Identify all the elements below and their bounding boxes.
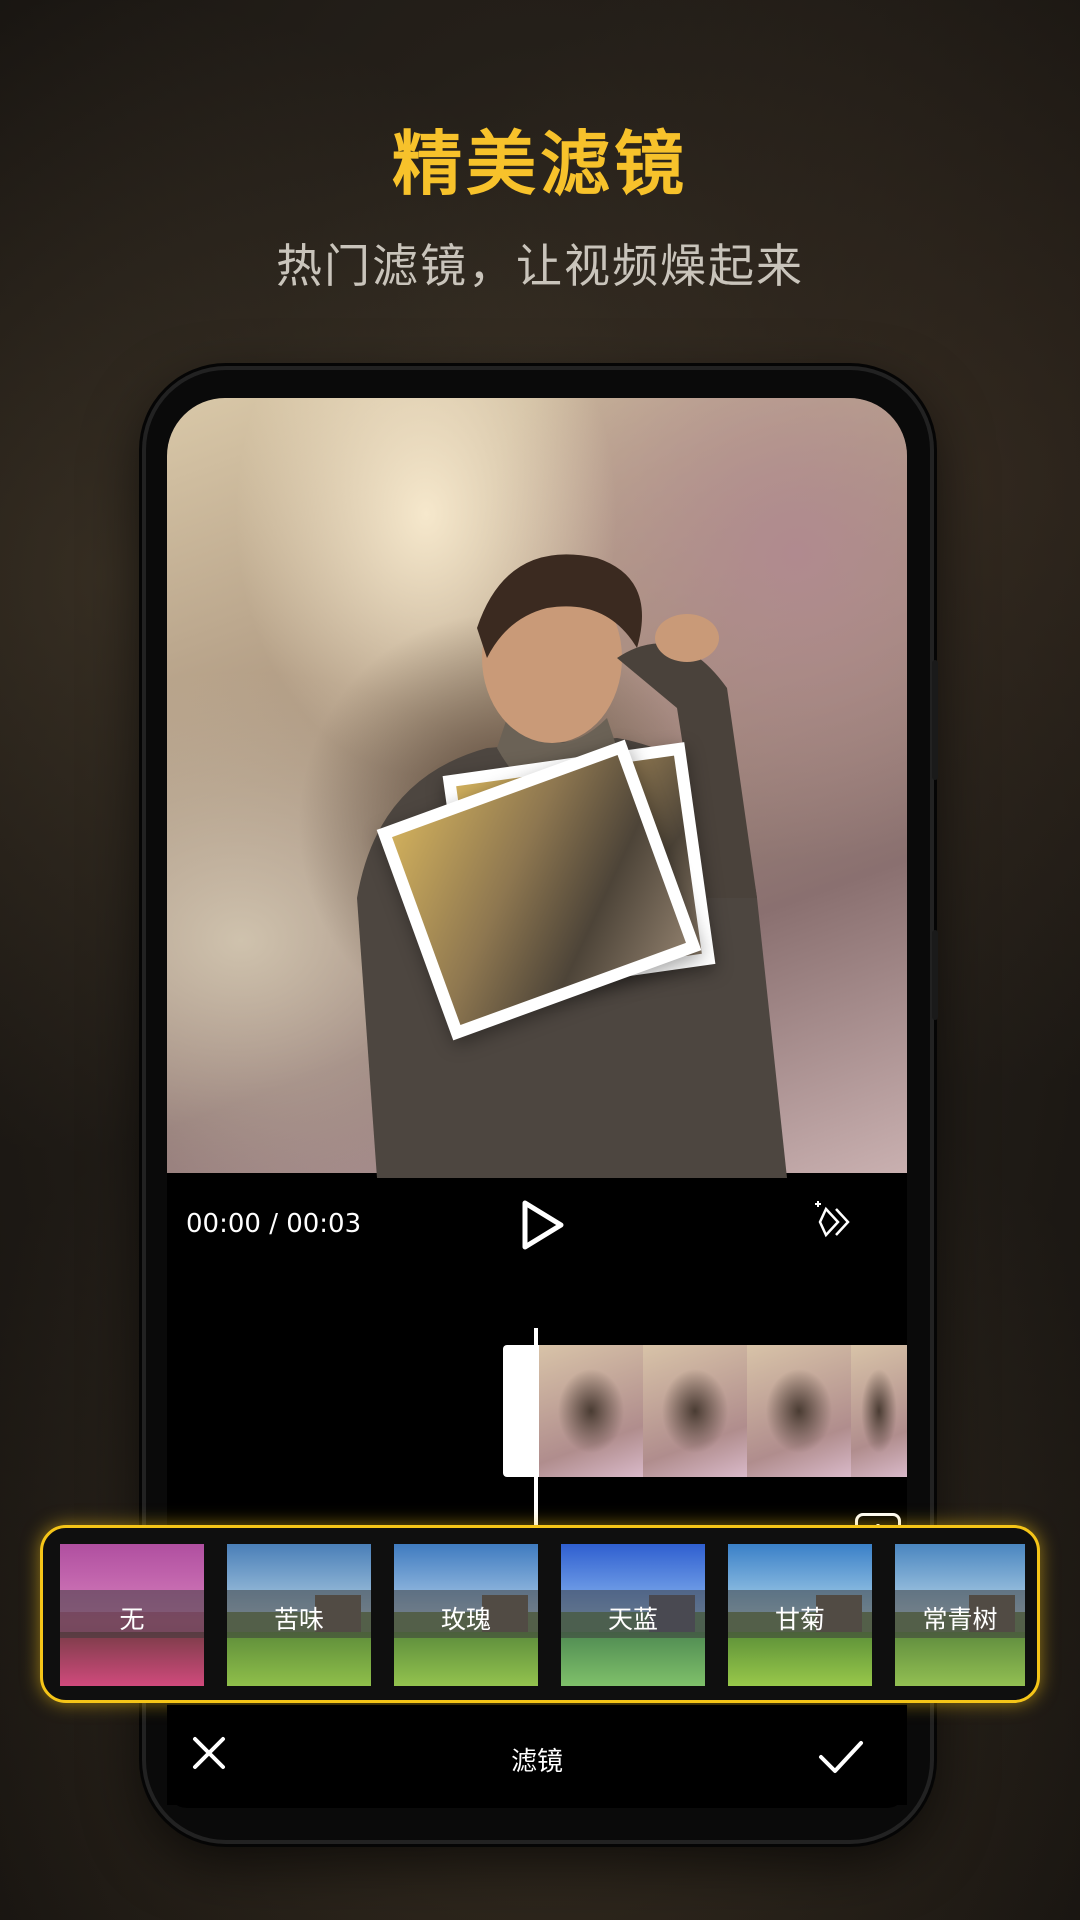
video-preview bbox=[167, 398, 907, 1178]
filter-strip: 无 苦味 玫瑰 天蓝 甘菊 常青树 bbox=[40, 1525, 1040, 1703]
filter-item-sky-blue[interactable]: 天蓝 bbox=[561, 1544, 705, 1686]
clip-thumbnail bbox=[539, 1345, 643, 1477]
timeline[interactable] bbox=[167, 1283, 907, 1563]
filter-label: 玫瑰 bbox=[440, 1605, 491, 1634]
filter-item-rose[interactable]: 玫瑰 bbox=[394, 1544, 538, 1686]
promo-subline: 热门滤镜，让视频燥起来 bbox=[276, 239, 804, 293]
timecode: 00:00 / 00:03 bbox=[186, 1209, 362, 1239]
check-icon[interactable] bbox=[817, 1739, 865, 1775]
promo-headline: 精美滤镜 bbox=[392, 123, 688, 205]
clip-thumbnail bbox=[851, 1345, 907, 1477]
filter-label: 无 bbox=[119, 1605, 145, 1634]
filter-item-bitter[interactable]: 苦味 bbox=[227, 1544, 371, 1686]
phone-side-button bbox=[932, 660, 938, 780]
filter-label: 天蓝 bbox=[607, 1605, 658, 1634]
clip-thumbnail bbox=[747, 1345, 851, 1477]
clip-thumbnail bbox=[643, 1345, 747, 1477]
play-icon[interactable] bbox=[517, 1195, 567, 1255]
filter-label: 苦味 bbox=[273, 1605, 324, 1634]
bottom-bar-title: 滤镜 bbox=[510, 1747, 563, 1777]
bottom-bar: 滤镜 bbox=[167, 1705, 907, 1805]
filter-item-evergreen[interactable]: 常青树 bbox=[895, 1544, 1025, 1686]
filter-item-none[interactable]: 无 bbox=[60, 1544, 204, 1686]
magic-wand-icon[interactable] bbox=[812, 1197, 852, 1247]
filter-label: 常青树 bbox=[922, 1605, 998, 1634]
player-controls: 00:00 / 00:03 bbox=[167, 1173, 907, 1283]
filter-label: 甘菊 bbox=[774, 1605, 825, 1634]
filter-item-chamomile[interactable]: 甘菊 bbox=[728, 1544, 872, 1686]
phone-side-button bbox=[932, 930, 938, 1020]
